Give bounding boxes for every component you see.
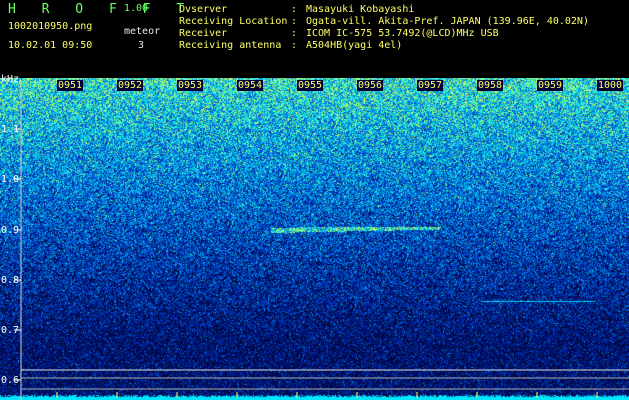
time-tick-label: 0959 (537, 80, 564, 91)
info-label-location: Receiving Location (179, 16, 288, 27)
y-tick-label: 0.8 (1, 275, 20, 286)
app-title: H R O F F T (8, 2, 194, 17)
app-version: 1.00 (124, 3, 149, 14)
file-datetime: 10.02.01 09:50 (8, 40, 93, 51)
y-axis-unit: kHz (1, 74, 20, 85)
info-value-observer: Masayuki Kobayashi (306, 4, 415, 15)
time-tick-label: 0954 (237, 80, 264, 91)
info-sep: : (291, 28, 298, 39)
time-tick-label: 0953 (177, 80, 204, 91)
y-tick-label: 0.6 (1, 375, 20, 386)
info-value-location: Ogata-vill. Akita-Pref. JAPAN (139.96E, … (306, 16, 589, 27)
time-tick-label: 0958 (477, 80, 504, 91)
spectrogram (0, 78, 629, 400)
info-value-receiver: ICOM IC-575 53.7492(@LCD)MHz USB (306, 28, 499, 39)
info-sep: : (291, 4, 298, 15)
y-tick-label: 0.9 (1, 225, 20, 236)
info-value-antenna: A504HB(yagi 4el) (306, 40, 403, 51)
info-sep: : (291, 16, 298, 27)
meteor-count: 3 (138, 40, 145, 51)
info-label-antenna: Receiving antenna (179, 40, 282, 51)
file-name: 1002010950.png (8, 21, 93, 32)
time-tick-label: 0957 (417, 80, 444, 91)
info-label-receiver: Receiver (179, 28, 228, 39)
time-tick-label: 0951 (57, 80, 84, 91)
time-tick-label: 0955 (297, 80, 324, 91)
time-tick-label: 1000 (597, 80, 624, 91)
time-tick-label: 0952 (117, 80, 144, 91)
y-tick-label: 0.7 (1, 325, 20, 336)
meteor-label: meteor (124, 26, 161, 37)
y-tick-label: 1.0 (1, 174, 20, 185)
y-tick-label: 1.1 (1, 124, 20, 135)
info-label-observer: Ovserver (179, 4, 228, 15)
time-tick-label: 0956 (357, 80, 384, 91)
info-sep: : (291, 40, 298, 51)
